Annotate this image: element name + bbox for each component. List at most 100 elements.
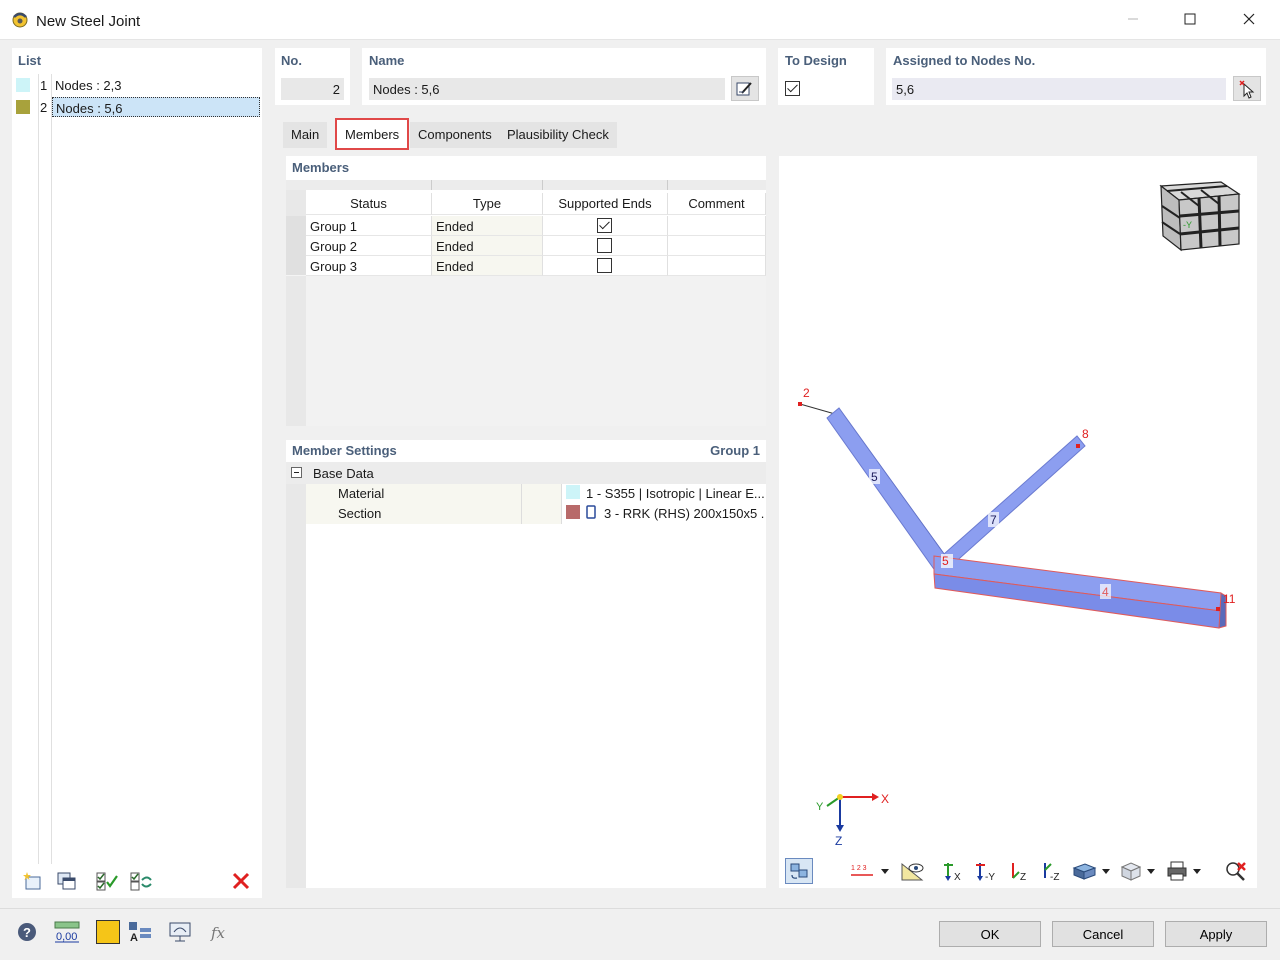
supported-ends-checkbox[interactable] (597, 238, 612, 253)
function-fx-icon: fx (210, 924, 226, 942)
render-mode-dropdown[interactable] (1071, 858, 1115, 884)
transparency-dropdown[interactable] (1118, 858, 1162, 884)
tab-components[interactable]: Components (410, 122, 500, 148)
node-marker (798, 402, 802, 406)
list-item-selected[interactable]: 2 Nodes : 5,6 (12, 96, 260, 118)
member-label: 4 (1102, 585, 1109, 599)
model-view[interactable]: -Y 2 5 7 8 4 11 5 X Y Z (779, 156, 1257, 888)
numbering-dropdown[interactable]: 1 2 3 (849, 858, 893, 884)
tab-main[interactable]: Main (283, 122, 328, 148)
text-style-button[interactable]: A (126, 918, 154, 946)
check-all-button[interactable] (93, 868, 121, 894)
view-x-button[interactable]: X (940, 858, 968, 884)
section-color-swatch (566, 505, 580, 519)
material-value[interactable]: 1 - S355 | Isotropic | Linear E... (586, 486, 764, 501)
svg-text:X: X (954, 872, 961, 882)
decimal-places-icon: 0,00 (54, 921, 80, 943)
node-marker (1076, 444, 1080, 448)
material-label: Material (338, 486, 385, 501)
supported-ends-checkbox[interactable] (597, 218, 612, 233)
member-5-side (839, 408, 949, 560)
new-item-button[interactable] (18, 868, 46, 894)
member-5[interactable] (826, 407, 948, 573)
close-icon (1243, 13, 1255, 25)
member-status-cell[interactable]: Group 3 (306, 256, 432, 276)
view-z-icon: Z (1012, 863, 1026, 882)
help-button[interactable]: ? (13, 918, 41, 946)
view-cube[interactable]: -Y (1159, 181, 1241, 252)
material-color-swatch (566, 485, 580, 499)
svg-text:-Z: -Z (1050, 872, 1059, 882)
name-field[interactable]: Nodes : 5,6 (369, 78, 725, 100)
column-header-type[interactable]: Type (432, 193, 543, 215)
collapse-icon[interactable] (291, 467, 302, 478)
display-settings-button[interactable] (166, 918, 194, 946)
view-cube-label: -Y (1183, 220, 1192, 230)
units-button[interactable]: 0,00 (53, 918, 81, 946)
view-minus-y-button[interactable]: -Y (973, 858, 1001, 884)
member-type-cell[interactable]: Ended (432, 236, 543, 256)
minimize-icon (1128, 18, 1138, 20)
new-item-icon (23, 872, 41, 890)
visibility-button[interactable] (897, 858, 927, 884)
copy-item-button[interactable] (52, 868, 80, 894)
member-line-2 (799, 403, 836, 415)
apply-button[interactable]: Apply (1165, 921, 1267, 947)
node-marker (1216, 607, 1220, 611)
member-type-cell[interactable]: Ended (432, 256, 543, 276)
svg-text:fx: fx (210, 924, 226, 942)
color-button[interactable] (94, 918, 122, 946)
list-item[interactable]: 1 Nodes : 2,3 (12, 74, 260, 96)
list-title: List (18, 53, 42, 68)
joint-3d-viewport[interactable]: -Y 2 5 7 8 4 11 5 X Y Z (779, 156, 1257, 888)
invert-check-icon (130, 872, 152, 891)
edit-name-button[interactable] (731, 76, 759, 101)
member-comment-cell[interactable] (668, 256, 766, 276)
close-button[interactable] (1220, 0, 1278, 38)
rhs-section-icon (586, 505, 596, 519)
pick-cursor-icon (1239, 79, 1255, 99)
tab-plausibility-check[interactable]: Plausibility Check (499, 122, 617, 148)
member-settings-title: Member Settings (292, 443, 397, 458)
member-7[interactable] (943, 435, 1086, 567)
to-design-label: To Design (785, 53, 847, 68)
list-item-number: 1 (40, 78, 48, 93)
supported-ends-checkbox[interactable] (597, 258, 612, 273)
pick-nodes-button[interactable] (1233, 76, 1261, 101)
member-status-cell[interactable]: Group 1 (306, 216, 432, 236)
cancel-button[interactable]: Cancel (1052, 921, 1154, 947)
member-status-cell[interactable]: Group 2 (306, 236, 432, 256)
minimize-button[interactable] (1104, 0, 1162, 38)
invert-check-button[interactable] (127, 868, 155, 894)
to-design-checkbox[interactable] (785, 81, 800, 96)
assigned-nodes-label: Assigned to Nodes No. (893, 53, 1036, 68)
member-comment-cell[interactable] (668, 216, 766, 236)
coordinate-axes: X Y Z (816, 792, 889, 848)
decimal-value: 0,00 (56, 931, 77, 943)
column-header-supported-ends[interactable]: Supported Ends (543, 193, 668, 215)
print-dropdown[interactable] (1165, 858, 1209, 884)
view-minus-z-button[interactable]: -Z (1038, 858, 1066, 884)
number-field[interactable]: 2 (281, 78, 344, 100)
column-header-comment[interactable]: Comment (668, 193, 766, 215)
view-settings-button[interactable] (785, 858, 813, 884)
member-type-cell[interactable]: Ended (432, 216, 543, 236)
section-value[interactable]: 3 - RRK (RHS) 200x150x5 ... (604, 506, 764, 521)
reset-view-button[interactable] (1222, 858, 1250, 884)
delete-icon (232, 872, 250, 890)
solid-model-icon (1072, 863, 1110, 880)
list-divider (51, 74, 52, 864)
settings-divider (521, 484, 522, 524)
axis-y-label: Y (816, 801, 824, 813)
column-header-status[interactable]: Status (306, 193, 432, 215)
ok-button[interactable]: OK (939, 921, 1041, 947)
formula-button[interactable]: fx (207, 918, 235, 946)
delete-item-button[interactable] (227, 868, 255, 894)
assigned-nodes-field[interactable]: 5,6 (892, 78, 1226, 100)
view-z-button[interactable]: Z (1005, 858, 1033, 884)
member-comment-cell[interactable] (668, 236, 766, 256)
maximize-button[interactable] (1161, 0, 1219, 38)
svg-text:?: ? (23, 925, 31, 940)
tab-members[interactable]: Members (335, 118, 410, 150)
members-title: Members (292, 160, 350, 175)
